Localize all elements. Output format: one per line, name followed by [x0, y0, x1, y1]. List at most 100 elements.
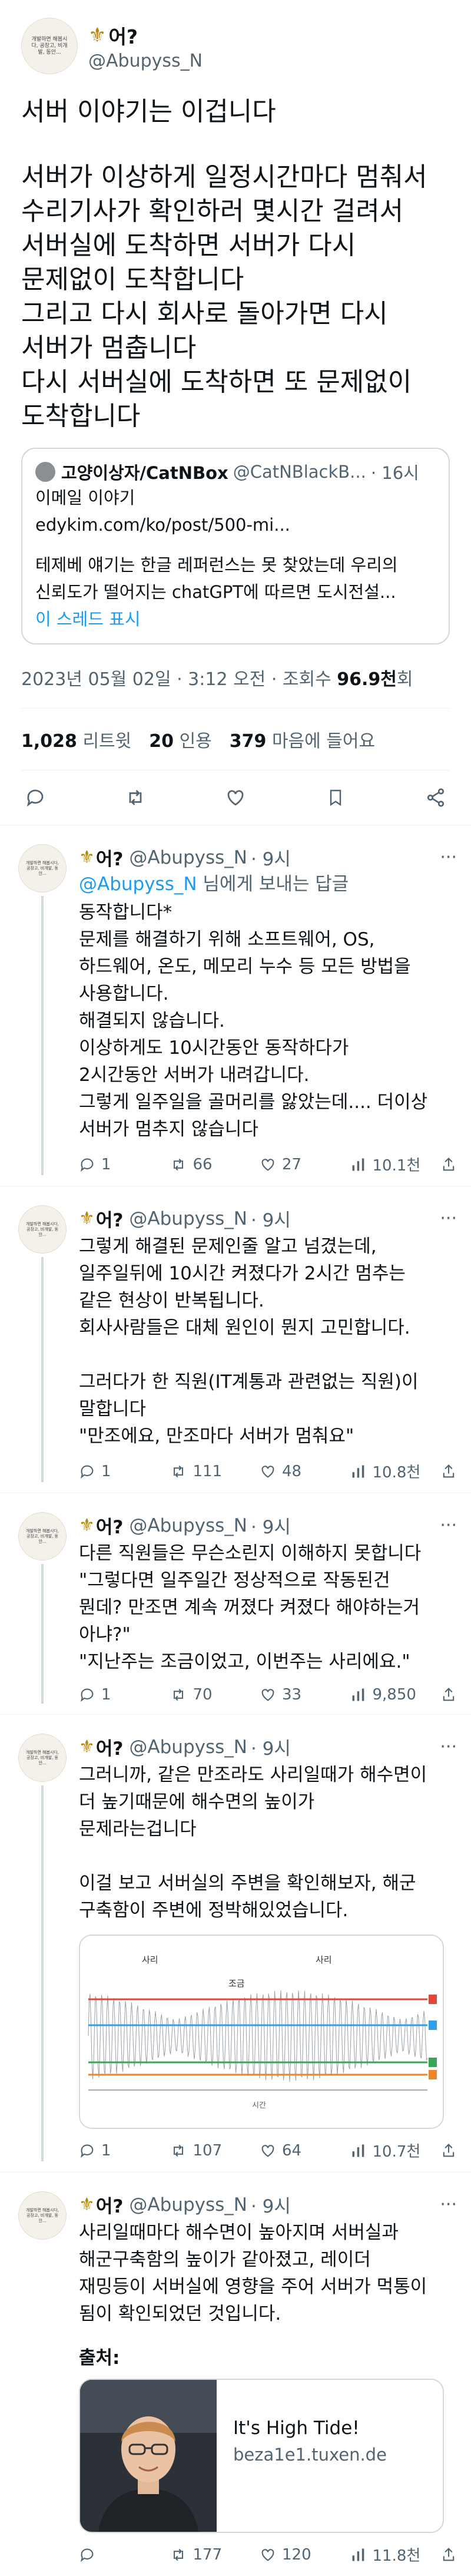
reply-author-name[interactable]: ⚜ 어? — [79, 1512, 123, 1539]
level-marker-blue — [429, 2021, 437, 2030]
reply-author-handle[interactable]: @Abupyss_N — [129, 1737, 247, 1758]
share-action[interactable] — [440, 1156, 457, 1173]
avatar[interactable]: 개발하면 해봅시다, 공장고, 비개발, 동안... — [18, 1734, 67, 1782]
views-action[interactable]: 10.1천 — [350, 1153, 441, 1175]
avatar-text: 개발하면 해봅시다, 공장고, 비개발, 동안... — [31, 36, 68, 55]
tweet-thread-page: 개발하면 해봅시다, 공장고, 비개발, 동안... ⚜ 어? @Abupyss… — [0, 0, 471, 2576]
views-action[interactable]: 10.8천 — [350, 1460, 441, 1482]
share-action[interactable] — [440, 1463, 457, 1480]
reply-action-bar: 177 120 11.8천 — [79, 2544, 457, 2565]
share-icon[interactable] — [424, 786, 447, 809]
avatar[interactable]: 개발하면 해봅시다, 공장고, 비개발, 동안... — [18, 2191, 67, 2240]
tide-chart-image[interactable]: 사리 조금 사리 시간 — [79, 1935, 444, 2129]
reply-tweet[interactable]: 개발하면 해봅시다, 공장고, 비개발, 동안... ⚜ 어? @Abupyss_… — [0, 1715, 471, 2172]
reply-body: ⚜ 어? @Abupyss_N · 9시 ··· @Abupyss_N 님에게 보… — [72, 844, 457, 1175]
more-options-icon[interactable]: ··· — [440, 2194, 457, 2215]
retweet-count: 177 — [193, 2545, 223, 2564]
reply-tweet[interactable]: 개발하면 해봅시다, 공장고, 비개발, 동안... ⚜ 어? @Abupyss_… — [0, 825, 471, 1186]
retweet-icon[interactable] — [124, 786, 147, 809]
reply-name-text: 어? — [95, 1517, 124, 1538]
share-action[interactable] — [440, 1687, 457, 1703]
retweet-action[interactable]: 111 — [170, 1463, 260, 1480]
reply-header: ⚜ 어? @Abupyss_N · 9시 ··· — [79, 2191, 457, 2218]
reply-author-name[interactable]: ⚜ 어? — [79, 1734, 123, 1760]
views-action[interactable]: 9,850 — [350, 1686, 441, 1704]
views-icon — [352, 1688, 364, 1701]
reply-author-handle[interactable]: @Abupyss_N — [129, 1515, 247, 1536]
avatar[interactable]: 개발하면 해봅시다, 공장고, 비개발, 동안... — [21, 18, 78, 74]
quote-header: 고양이상자/CatNBox @CatNBlackB... · 16시 — [35, 459, 436, 484]
reply-tweet[interactable]: 개발하면 해봅시다, 공장고, 비개발, 동안... ⚜ 어? @Abupyss_… — [0, 2172, 471, 2576]
reply-header: ⚜ 어? @Abupyss_N · 9시 ··· — [79, 844, 457, 871]
retweet-action[interactable]: 107 — [170, 2142, 260, 2160]
reply-action[interactable] — [79, 2547, 170, 2563]
likes-stat[interactable]: 379 마음에 들어요 — [230, 726, 375, 752]
views-action[interactable]: 10.7천 — [350, 2139, 441, 2161]
like-action[interactable]: 33 — [260, 1686, 350, 1704]
more-options-icon[interactable]: ··· — [440, 1208, 457, 1229]
retweets-stat[interactable]: 1,028 리트윗 — [21, 726, 131, 752]
like-action[interactable]: 120 — [260, 2546, 350, 2564]
like-action[interactable]: 64 — [260, 2142, 350, 2160]
reply-author-handle[interactable]: @Abupyss_N — [129, 847, 247, 868]
avatar-text: 개발하면 해봅시다, 공장고, 비개발, 동안... — [26, 2207, 59, 2223]
reply-tweet[interactable]: 개발하면 해봅시다, 공장고, 비개발, 동안... ⚜ 어? @Abupyss_… — [0, 1186, 471, 1493]
like-icon — [261, 2144, 274, 2157]
avatar[interactable]: 개발하면 해봅시다, 공장고, 비개발, 동안... — [18, 1512, 67, 1560]
reply-time[interactable]: · 9시 — [251, 1734, 291, 1760]
view-count: 96.9천 — [337, 669, 397, 690]
reply-time[interactable]: · 9시 — [251, 844, 291, 871]
retweet-action[interactable]: 70 — [170, 1686, 260, 1704]
more-options-icon[interactable]: ··· — [440, 847, 457, 868]
quotes-stat[interactable]: 20 인용 — [149, 726, 212, 752]
more-options-icon[interactable]: ··· — [440, 1737, 457, 1757]
reply-author-name[interactable]: ⚜ 어? — [79, 844, 123, 871]
reply-action[interactable]: 1 — [79, 1686, 170, 1704]
show-thread-link[interactable]: 이 스레드 표시 — [35, 606, 436, 633]
reply-author-name[interactable]: ⚜ 어? — [79, 1205, 123, 1232]
reply-time[interactable]: · 9시 — [251, 1205, 291, 1232]
reply-time[interactable]: · 9시 — [251, 1512, 291, 1539]
retweet-action[interactable]: 177 — [170, 2546, 260, 2564]
reply-time[interactable]: · 9시 — [251, 2191, 291, 2218]
reply-author-handle[interactable]: @Abupyss_N — [129, 2194, 247, 2215]
display-name[interactable]: ⚜ 어? — [88, 21, 203, 49]
reply-author-handle[interactable]: @Abupyss_N — [129, 1208, 247, 1229]
reply-icon[interactable] — [24, 786, 47, 809]
retweets-label: 리트윗 — [82, 731, 132, 752]
views-action[interactable]: 11.8천 — [350, 2544, 441, 2565]
quoted-tweet[interactable]: 고양이상자/CatNBox @CatNBlackB... · 16시 이메일 이… — [21, 448, 450, 644]
author-handle[interactable]: @Abupyss_N — [88, 51, 203, 71]
like-action[interactable]: 48 — [260, 1463, 350, 1480]
reply-action-bar: 1 111 48 10.8천 — [79, 1460, 457, 1482]
share-action[interactable] — [440, 2142, 457, 2159]
reply-text: 사리일때마다 해수면이 높아지며 서버실과 해군구축함의 높이가 같아졌고, 레… — [79, 2222, 427, 2324]
link-preview-card[interactable]: It's High Tide! beza1e1.tuxen.de — [79, 2379, 444, 2533]
reply-text: 동작합니다* 문제를 해결하기 위해 소프트웨어, OS, 하드웨어, 온도, … — [79, 902, 428, 1140]
reply-name-text: 어? — [95, 849, 124, 870]
link-info: It's High Tide! beza1e1.tuxen.de — [217, 2380, 387, 2532]
reply-action[interactable]: 1 — [79, 1156, 170, 1173]
more-options-icon[interactable]: ··· — [440, 1515, 457, 1536]
avatar[interactable]: 개발하면 해봅시다, 공장고, 비개발, 동안... — [18, 1205, 67, 1254]
like-action[interactable]: 27 — [260, 1156, 350, 1173]
like-count: 27 — [282, 1155, 302, 1173]
like-icon[interactable] — [224, 786, 247, 809]
link-thumbnail — [80, 2380, 217, 2532]
quotes-count: 20 — [149, 731, 174, 752]
reply-action[interactable]: 1 — [79, 1463, 170, 1480]
reply-to-mention[interactable]: @Abupyss_N — [79, 874, 197, 895]
reply-author-name[interactable]: ⚜ 어? — [79, 2191, 123, 2218]
fleur-de-lis-icon: ⚜ — [88, 23, 107, 47]
reply-action[interactable]: 1 — [79, 2142, 170, 2160]
level-marker-green — [429, 2058, 437, 2067]
avatar-text: 개발하면 해봅시다, 공장고, 비개발, 동안... — [26, 1750, 59, 1765]
share-action[interactable] — [440, 2547, 457, 2563]
view-count: 10.1천 — [372, 1157, 421, 1175]
retweet-action[interactable]: 66 — [170, 1156, 260, 1173]
reply-tweet[interactable]: 개발하면 해봅시다, 공장고, 비개발, 동안... ⚜ 어? @Abupyss_… — [0, 1493, 471, 1715]
thread-connector — [41, 1785, 44, 2161]
bookmark-icon[interactable] — [324, 786, 347, 809]
avatar[interactable]: 개발하면 해봅시다, 공장고, 비개발, 동안... — [18, 844, 67, 892]
reply-count: 1 — [101, 1686, 111, 1704]
